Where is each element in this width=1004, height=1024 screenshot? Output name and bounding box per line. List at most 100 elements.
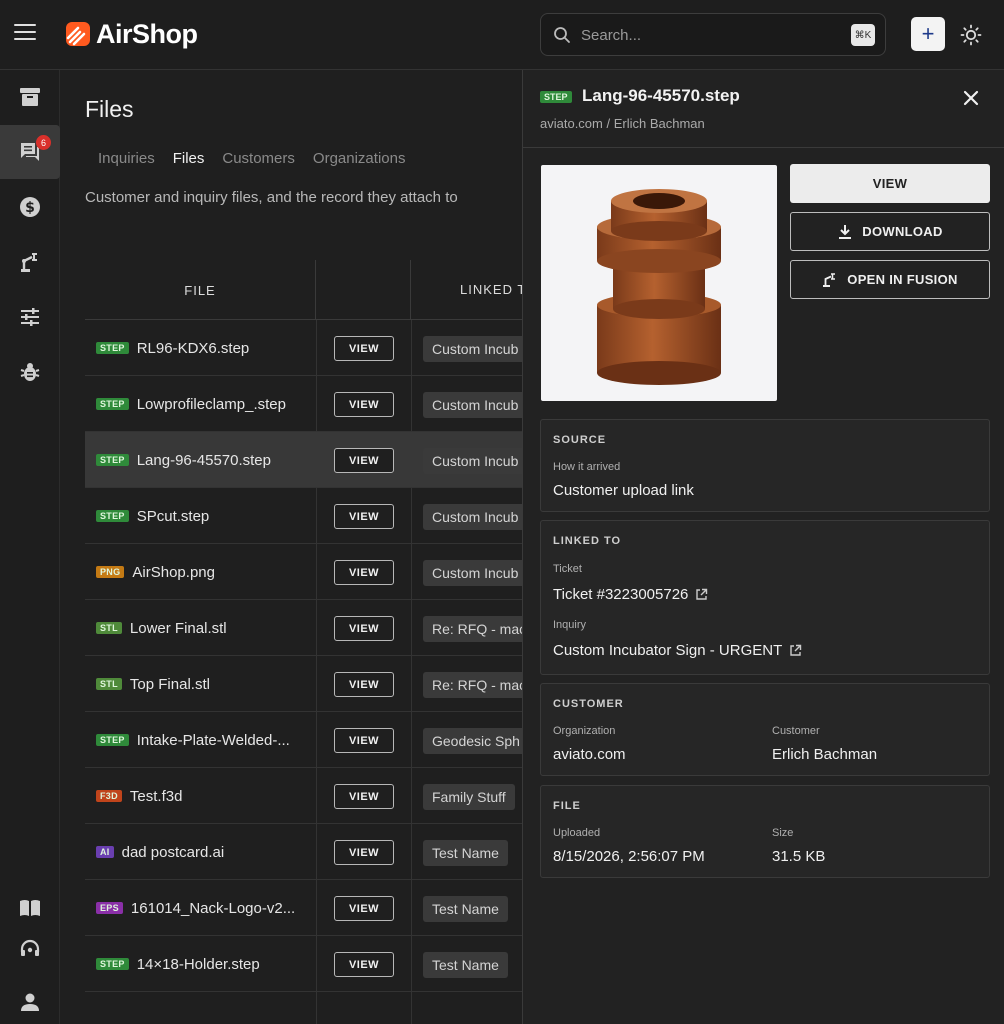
download-button[interactable]: DOWNLOAD [790, 212, 990, 251]
file-name[interactable]: Intake-Plate-Welded-... [137, 732, 290, 749]
view-button[interactable]: VIEW [334, 840, 394, 865]
source-card: SOURCE How it arrived Customer upload li… [540, 419, 990, 512]
file-name[interactable]: Lower Final.stl [130, 620, 227, 637]
robot-arm-icon [823, 272, 836, 287]
ticket-link[interactable]: Ticket #3223005726 [553, 586, 708, 603]
dollar-icon: $ [20, 197, 40, 217]
page-title: Files [85, 96, 134, 122]
linked-record-chip[interactable]: Family Stuff [423, 784, 515, 810]
file-cell: STEP RL96-KDX6.step [96, 320, 311, 376]
table-row[interactable]: EPS 161014_Nack-Logo-v2... VIEW Test Name [85, 880, 522, 936]
notification-badge: 6 [36, 135, 51, 150]
sidebar-item-debug[interactable] [0, 345, 60, 399]
view-button[interactable]: VIEW [334, 952, 394, 977]
linked-record-chip[interactable]: Re: RFQ - mac [423, 672, 522, 698]
table-row[interactable]: F3D Test.f3d VIEW Family Stuff [85, 768, 522, 824]
file-cell: STL Lower Final.stl [96, 600, 311, 656]
download-icon [839, 224, 852, 239]
linked-record-chip[interactable]: Custom Incub [423, 392, 522, 418]
file-cell: STEP Lowprofileclamp_.step [96, 376, 311, 432]
file-name[interactable]: Top Final.stl [130, 676, 210, 693]
file-name[interactable]: 161014_Nack-Logo-v2... [131, 900, 295, 917]
column-header-file[interactable]: FILE [85, 260, 316, 320]
linked-record-chip[interactable]: Custom Incub [423, 448, 522, 474]
view-button[interactable]: VIEW [334, 896, 394, 921]
main-content: Files Inquiries Files Customers Organiza… [60, 70, 522, 1024]
tab-customers[interactable]: Customers [222, 150, 295, 167]
divider [523, 147, 1004, 148]
linked-record-chip[interactable]: Geodesic Sph [423, 728, 522, 754]
sidebar-item-machines[interactable] [0, 235, 60, 289]
sidebar-item-profile[interactable] [0, 975, 60, 1024]
app-logo[interactable]: AirShop [64, 18, 198, 50]
column-header-linked[interactable]: LINKED T [460, 282, 522, 297]
view-button[interactable]: VIEW [334, 616, 394, 641]
view-button[interactable]: VIEW [334, 560, 394, 585]
file-name[interactable]: Lowprofileclamp_.step [137, 396, 286, 413]
sidebar-item-archive[interactable] [0, 70, 60, 124]
file-name[interactable]: Lang-96-45570.step [137, 452, 271, 469]
table-row[interactable]: STL Lower Final.stl VIEW Re: RFQ - mac [85, 600, 522, 656]
tab-files[interactable]: Files [173, 150, 205, 167]
size-value: 31.5 KB [772, 848, 826, 865]
view-button[interactable]: VIEW [334, 784, 394, 809]
organization-value: aviato.com [553, 746, 626, 763]
search-box[interactable]: ⌘K [540, 13, 886, 56]
linked-heading: LINKED TO [553, 535, 622, 547]
sidebar-item-billing[interactable]: $ [0, 180, 60, 234]
view-button[interactable]: VIEW [334, 728, 394, 753]
external-link-icon [790, 644, 802, 656]
view-button[interactable]: VIEW [334, 504, 394, 529]
theme-toggle-sun-icon[interactable] [960, 24, 982, 46]
table-row[interactable]: STEP 14×18-Holder.step VIEW Test Name [85, 936, 522, 992]
view-button[interactable]: VIEW [334, 392, 394, 417]
linked-record-chip[interactable]: Test Name [423, 840, 508, 866]
menu-icon[interactable] [14, 24, 36, 42]
file-name[interactable]: Test.f3d [130, 788, 183, 805]
file-preview-image[interactable] [541, 165, 777, 401]
view-button[interactable]: VIEW [334, 336, 394, 361]
file-type-badge: STL [96, 622, 122, 634]
svg-text:$: $ [25, 200, 35, 216]
open-in-fusion-button[interactable]: OPEN IN FUSION [790, 260, 990, 299]
table-row[interactable]: PNG AirShop.png VIEW Custom Incub [85, 544, 522, 600]
file-name[interactable]: 14×18-Holder.step [137, 956, 260, 973]
file-type-badge: STEP [96, 958, 129, 970]
tab-organizations[interactable]: Organizations [313, 150, 406, 167]
file-type-badge: STEP [540, 91, 572, 103]
sidebar-item-settings[interactable] [0, 290, 60, 344]
file-name[interactable]: SPcut.step [137, 508, 210, 525]
file-heading: FILE [553, 800, 581, 812]
search-input[interactable] [581, 22, 841, 48]
view-button[interactable]: VIEW [790, 164, 990, 203]
organization-label: Organization [553, 725, 616, 737]
tab-inquiries[interactable]: Inquiries [98, 150, 155, 167]
sidebar-item-messages[interactable]: 6 [0, 125, 60, 179]
file-name[interactable]: dad postcard.ai [122, 844, 225, 861]
file-cell: STL Top Final.stl [96, 656, 311, 712]
table-row[interactable]: STEP SPcut.step VIEW Custom Incub [85, 488, 522, 544]
linked-record-chip[interactable]: Re: RFQ - mac [423, 616, 522, 642]
archive-icon [20, 88, 40, 106]
table-row[interactable]: STEP Lowprofileclamp_.step VIEW Custom Incu… [85, 376, 522, 432]
inquiry-link[interactable]: Custom Incubator Sign - URGENT [553, 642, 802, 659]
sidebar-item-support[interactable] [0, 923, 60, 977]
table-row[interactable]: STEP Lang-96-45570.step VIEW Custom Incub [85, 432, 522, 488]
add-button[interactable]: + [911, 17, 945, 51]
view-button[interactable]: VIEW [334, 448, 394, 473]
linked-record-chip[interactable]: Test Name [423, 896, 508, 922]
table-row[interactable]: STEP RL96-KDX6.step VIEW Custom Incub [85, 320, 522, 376]
file-name[interactable]: RL96-KDX6.step [137, 340, 250, 357]
close-icon[interactable] [961, 88, 981, 108]
linked-record-chip[interactable]: Custom Incub [423, 504, 522, 530]
table-row[interactable]: STEP Intake-Plate-Welded-... VIEW Geodesic … [85, 712, 522, 768]
file-cell: F3D Test.f3d [96, 768, 311, 824]
file-name[interactable]: AirShop.png [132, 564, 215, 581]
linked-record-chip[interactable]: Test Name [423, 952, 508, 978]
sidebar: 6 $ [0, 70, 60, 1024]
table-row[interactable]: AI dad postcard.ai VIEW Test Name [85, 824, 522, 880]
view-button[interactable]: VIEW [334, 672, 394, 697]
linked-record-chip[interactable]: Custom Incub [423, 560, 522, 586]
linked-record-chip[interactable]: Custom Incub [423, 336, 522, 362]
table-row[interactable]: STL Top Final.stl VIEW Re: RFQ - mac [85, 656, 522, 712]
